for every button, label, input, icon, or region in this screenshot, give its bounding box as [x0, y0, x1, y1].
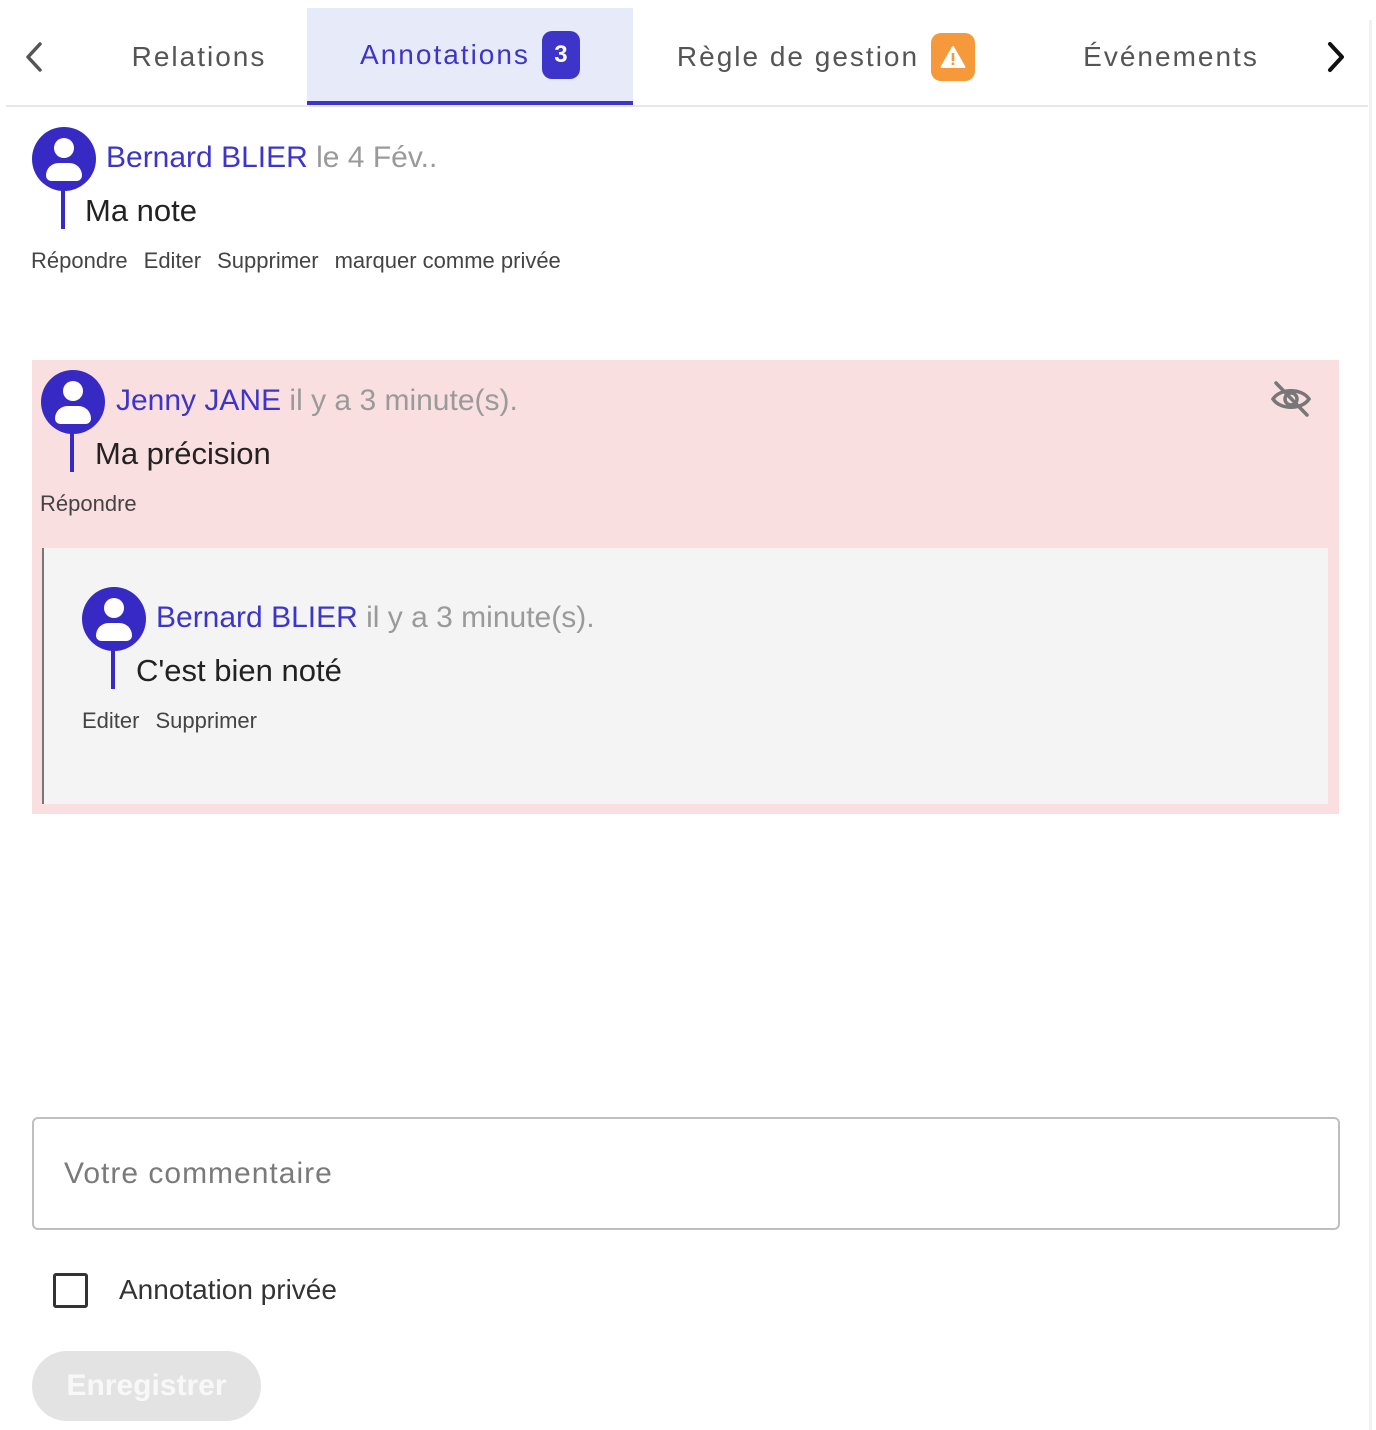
warning-icon	[940, 45, 966, 68]
delete-link[interactable]: Supprimer	[155, 708, 256, 733]
thread-line	[61, 188, 65, 229]
annotation-meta: Jenny JANE il y a 3 minute(s).	[116, 384, 518, 418]
edit-link[interactable]: Editer	[144, 248, 201, 273]
annotation-actions: Répondre Editer Supprimer marquer comme pri…	[31, 248, 577, 274]
count-badge: 3	[541, 30, 580, 79]
warning-badge	[931, 32, 976, 81]
timestamp: il y a 3 minute(s).	[366, 601, 595, 634]
reply-link[interactable]: Répondre	[40, 491, 137, 516]
author-name[interactable]: Jenny JANE	[116, 384, 281, 417]
tab-label: Règle de gestion	[676, 40, 920, 72]
annotation-meta: Bernard BLIER il y a 3 minute(s).	[156, 601, 595, 635]
author-name[interactable]: Bernard BLIER	[156, 601, 358, 634]
tab-label: Événements	[1083, 40, 1259, 72]
annotation-meta: Bernard BLIER le 4 Fév..	[106, 141, 437, 175]
annotation-actions: Editer Supprimer	[82, 708, 273, 734]
panel-edge	[1369, 20, 1372, 1430]
author-name[interactable]: Bernard BLIER	[106, 141, 308, 174]
tab-annotations[interactable]: Annotations 3	[307, 8, 633, 105]
timestamp: il y a 3 minute(s).	[289, 384, 518, 417]
eye-off-icon[interactable]	[1270, 378, 1312, 420]
annotation-actions: Répondre	[40, 491, 153, 517]
tab-regle-de-gestion[interactable]: Règle de gestion	[646, 8, 1006, 105]
private-checkbox-label[interactable]: Annotation privée	[119, 1274, 337, 1306]
tab-label: Relations	[131, 40, 267, 72]
tab-label: Annotations	[360, 38, 530, 70]
save-button[interactable]: Enregistrer	[32, 1351, 261, 1421]
reply-link[interactable]: Répondre	[31, 248, 128, 273]
mark-private-link[interactable]: marquer comme privée	[335, 248, 561, 273]
user-avatar-icon	[32, 127, 96, 191]
private-checkbox[interactable]	[53, 1273, 88, 1308]
thread-line	[111, 648, 115, 689]
tab-evenements[interactable]: Événements	[1046, 8, 1296, 105]
timestamp: le 4 Fév..	[316, 141, 438, 174]
comment-input[interactable]	[32, 1117, 1340, 1230]
annotation-text: Ma note	[85, 193, 198, 228]
chevron-right-icon[interactable]	[1316, 34, 1356, 80]
user-avatar-icon	[82, 587, 146, 651]
tab-relations[interactable]: Relations	[94, 8, 304, 105]
delete-link[interactable]: Supprimer	[217, 248, 318, 273]
thread-line	[70, 431, 74, 472]
chevron-left-icon[interactable]	[14, 34, 54, 80]
annotation-text: C'est bien noté	[136, 653, 342, 688]
user-avatar-icon	[41, 370, 105, 434]
edit-link[interactable]: Editer	[82, 708, 139, 733]
tab-bar: Relations Annotations 3 Règle de gestion…	[6, 8, 1368, 107]
annotation-text: Ma précision	[95, 436, 271, 471]
